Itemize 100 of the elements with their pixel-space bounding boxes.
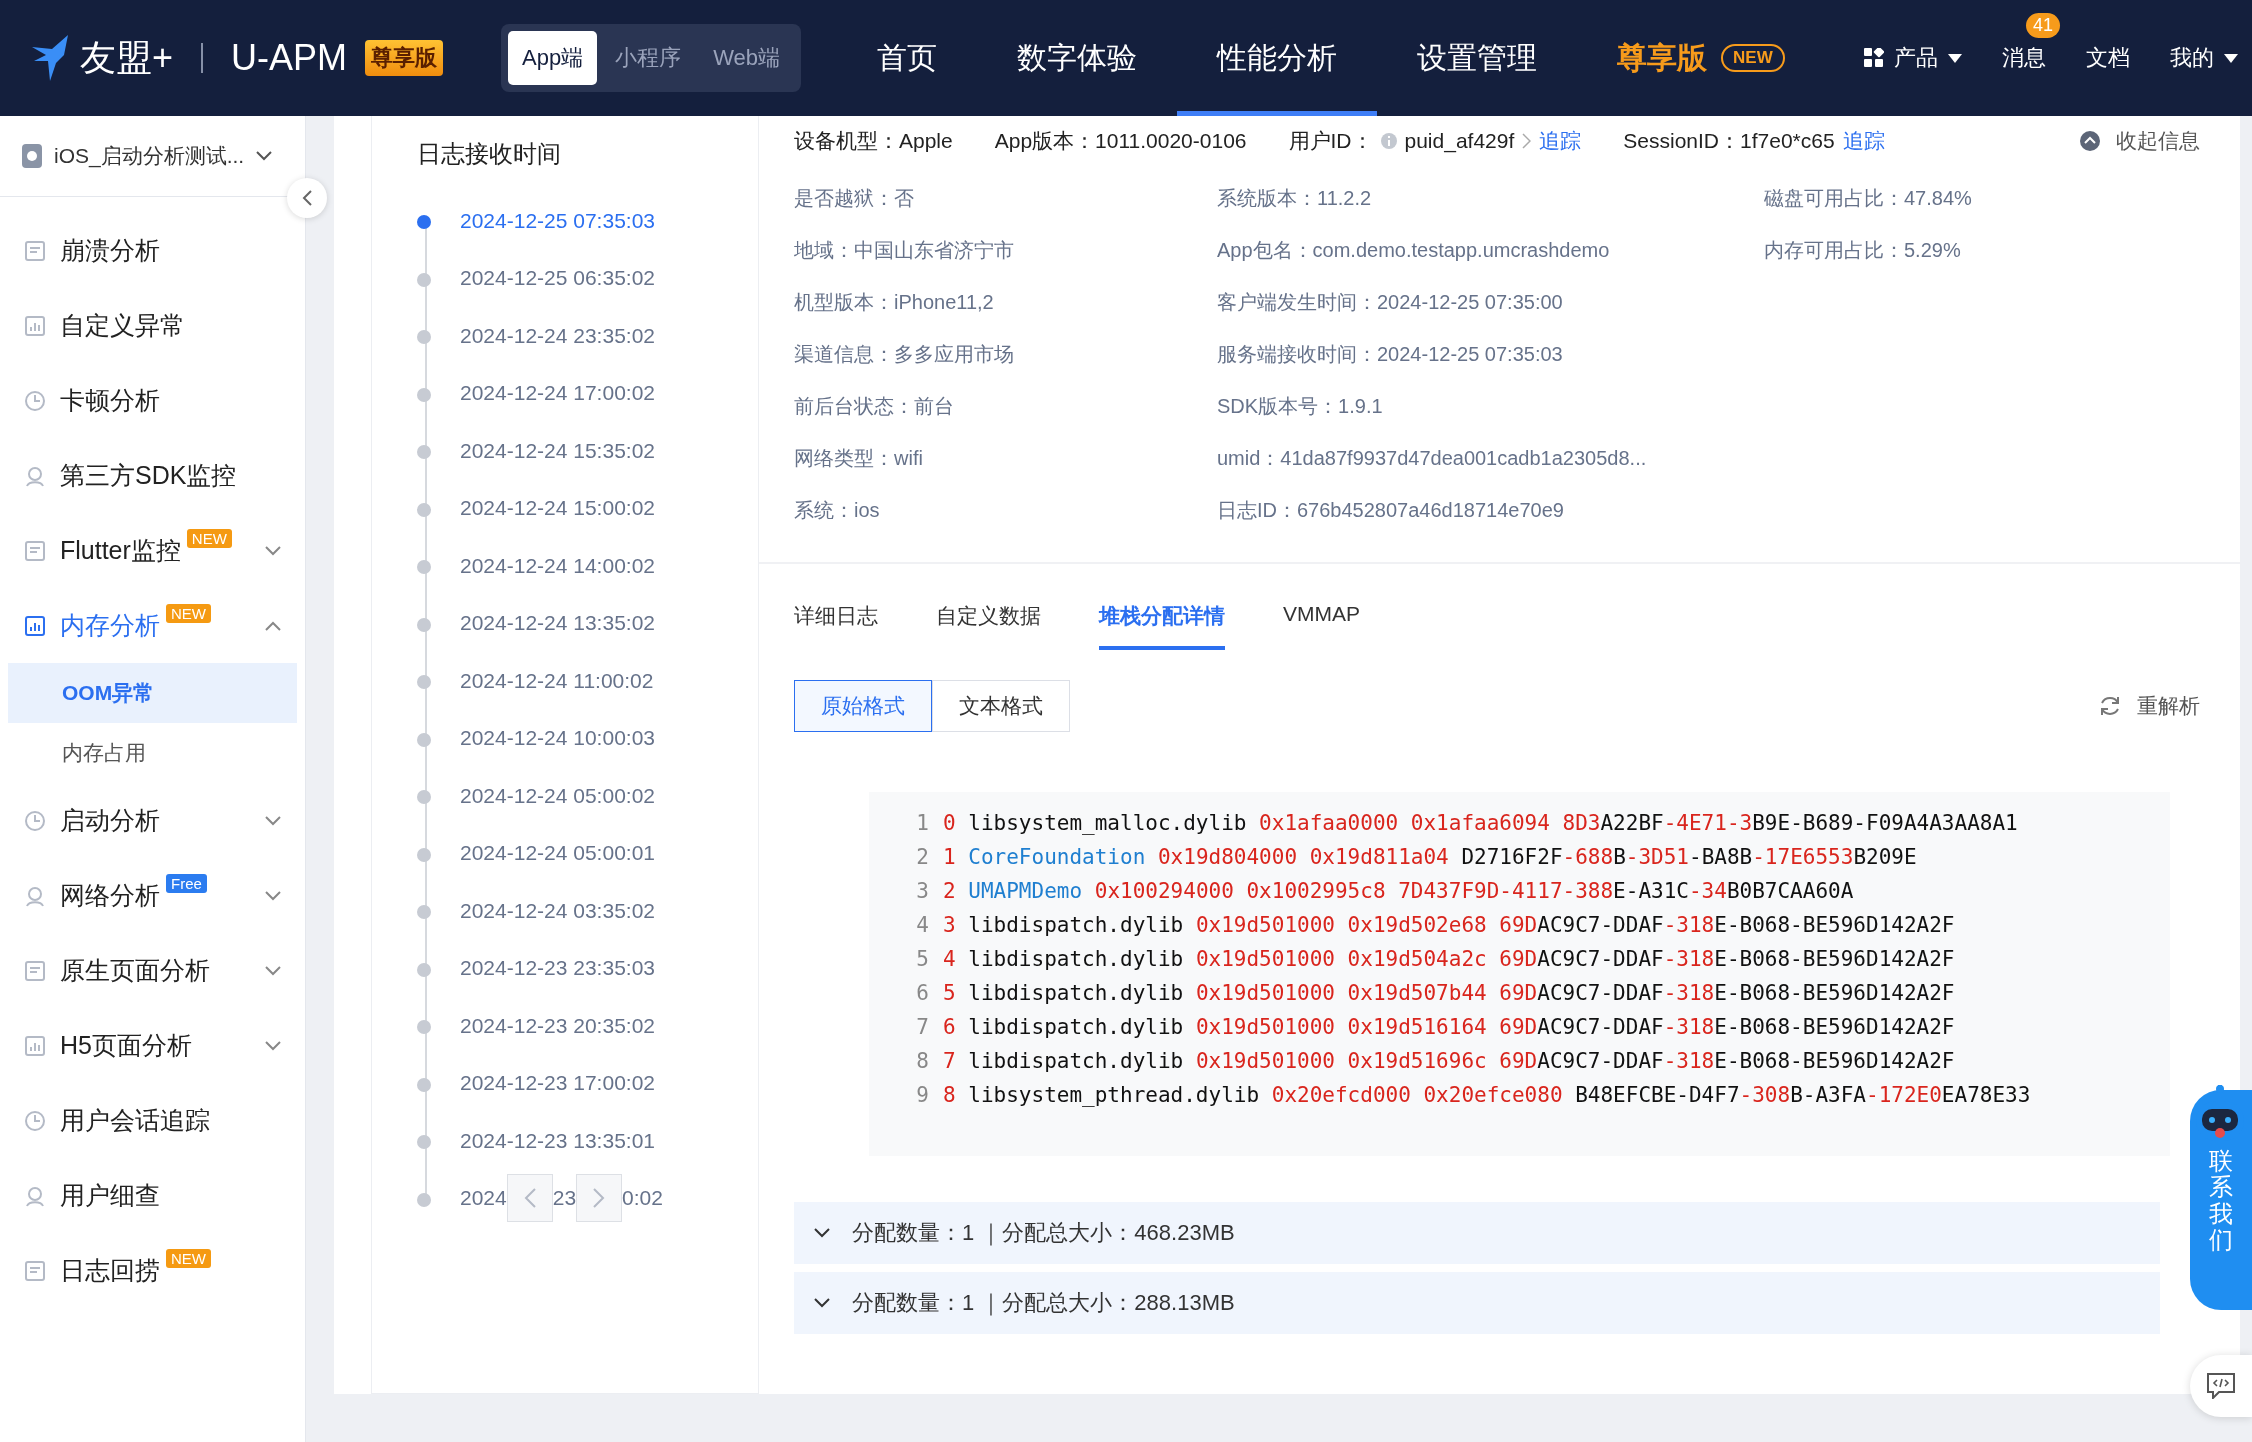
allocation-row[interactable]: 分配数量：1 ｜分配总大小：288.13MB xyxy=(794,1272,2160,1334)
code-line: 0 libsystem_malloc.dylib 0x1afaa0000 0x1afaa6094 8D3A22BF-4E71-3B9E-B689-F09A4A3AA8A1 xyxy=(943,811,2018,835)
timeline-time[interactable]: 2024-12-24 05:00:01 xyxy=(460,841,655,866)
line-number: 8 xyxy=(915,1049,930,1073)
code-line: 4 libdispatch.dylib 0x19d501000 0x19d504a2c 69DAC9C7-DDAF-318E-B068-BE596D142A2F xyxy=(943,947,1955,971)
timeline-time[interactable]: 0:02 xyxy=(622,1186,663,1211)
line-number: 2 xyxy=(915,845,930,869)
timeline-time[interactable]: 2024-12-23 13:35:01 xyxy=(460,1128,655,1153)
clock-icon xyxy=(24,809,46,832)
chevron-left-icon xyxy=(523,1188,536,1209)
timeline-time[interactable]: 2024-12-24 17:00:02 xyxy=(460,381,655,406)
person-icon xyxy=(24,1184,46,1207)
sidebar-item[interactable]: 内存分析 NEW xyxy=(0,588,305,663)
timeline-time[interactable]: 2024-12-24 13:35:02 xyxy=(460,611,655,636)
timeline-dot xyxy=(417,1192,431,1207)
sidebar-item[interactable]: 第三方SDK监控 xyxy=(0,438,305,513)
sidebar-item[interactable]: 崩溃分析 xyxy=(0,213,305,288)
new-badge: Free xyxy=(166,874,207,893)
user-id: puid_af429f xyxy=(1404,129,1515,153)
brand-name: 友盟+ xyxy=(80,35,174,80)
info-field: 是否越狱：否 xyxy=(794,172,1217,224)
line-number: 5 xyxy=(915,947,930,971)
timeline-time[interactable]: 2024-12-24 15:35:02 xyxy=(460,438,655,463)
nav-link[interactable]: 尊享版 xyxy=(1617,37,1708,79)
tab[interactable]: 详细日志 xyxy=(794,592,878,650)
tab[interactable]: VMMAP xyxy=(1283,592,1360,650)
timeline-time[interactable]: 2024-12-24 10:00:03 xyxy=(460,726,655,751)
document-icon xyxy=(24,539,46,562)
sidebar-item[interactable]: 用户会话追踪 xyxy=(0,1083,305,1158)
platform-tab[interactable]: App端 xyxy=(508,31,598,85)
timeline-title: 日志接收时间 xyxy=(416,139,562,169)
timeline-time[interactable]: 23 xyxy=(552,1186,577,1211)
tab[interactable]: 堆栈分配详情 xyxy=(1099,592,1225,650)
sidebar-item[interactable]: 日志回捞 NEW xyxy=(0,1233,305,1308)
timeline-time[interactable]: 2024-12-25 06:35:02 xyxy=(460,266,655,291)
sidebar-item[interactable]: H5页面分析 xyxy=(0,1008,305,1083)
sidebar-subitem[interactable]: OOM异常 xyxy=(8,663,297,723)
product-name: U-APM xyxy=(231,37,348,79)
chart-icon xyxy=(24,614,46,637)
sidebar-item[interactable]: Flutter监控 NEW xyxy=(0,513,305,588)
trace-link[interactable]: 追踪 xyxy=(1539,127,1582,155)
new-badge: NEW xyxy=(1721,44,1785,72)
platform-tab[interactable]: 小程序 xyxy=(601,31,696,85)
info-icon xyxy=(1380,133,1397,149)
sidebar-item[interactable]: 自定义异常 xyxy=(0,288,305,363)
timeline-time[interactable]: 2024-12-24 14:00:02 xyxy=(460,553,655,578)
info-field: 网络类型：wifi xyxy=(794,432,1217,484)
caret-icon xyxy=(1948,53,1962,63)
new-badge: NEW xyxy=(166,604,211,623)
timeline-time[interactable]: 2024-12-23 23:35:03 xyxy=(460,956,655,981)
toolbar-button[interactable]: 我的 xyxy=(2170,43,2238,73)
format-button[interactable]: 文本格式 xyxy=(932,680,1070,732)
timeline-time[interactable]: 2024-12-23 20:35:02 xyxy=(460,1013,655,1038)
sidebar-item[interactable]: 网络分析 Free xyxy=(0,858,305,933)
count-badge: 41 xyxy=(2025,13,2060,38)
timeline-time[interactable]: 2024-12-25 07:35:03 xyxy=(460,208,655,233)
timeline-time[interactable]: 2024-12-24 11:00:02 xyxy=(460,668,654,693)
new-badge: NEW xyxy=(186,529,232,548)
document-icon xyxy=(24,1259,46,1282)
sidebar-item[interactable]: 原生页面分析 xyxy=(0,933,305,1008)
nav-link[interactable]: 数字体验 xyxy=(977,0,1178,116)
nav-link[interactable]: 首页 xyxy=(837,0,978,116)
info-field: 服务端接收时间：2024-12-25 07:35:03 xyxy=(1217,328,1764,380)
timeline-time[interactable]: 2024-12-24 03:35:02 xyxy=(460,898,655,923)
code-chat-icon xyxy=(2207,1373,2235,1399)
chart-icon xyxy=(24,1034,46,1057)
timeline-time[interactable]: 2024-12-24 15:00:02 xyxy=(460,496,655,521)
app-icon xyxy=(22,144,42,168)
chevron-down-icon xyxy=(265,965,281,976)
info-field: 前后台状态：前台 xyxy=(794,380,1217,432)
timeline-time[interactable]: 2024 xyxy=(460,1186,507,1211)
code-line: 5 libdispatch.dylib 0x19d501000 0x19d507b44 69DAC9C7-DDAF-318E-B068-BE596D142A2F xyxy=(943,981,1955,1005)
info-field: App包名：com.demo.testapp.umcrashdemo xyxy=(1217,224,1764,276)
sidebar-item[interactable]: 卡顿分析 xyxy=(0,363,305,438)
toolbar-button[interactable]: 产品 xyxy=(1864,43,1962,73)
toolbar-button[interactable]: 文档 xyxy=(2086,43,2130,73)
format-button[interactable]: 原始格式 xyxy=(794,680,932,732)
info-field: 用户ID： xyxy=(1288,127,1373,155)
clock-icon xyxy=(24,389,46,412)
collapse-info-button[interactable]: 收起信息 xyxy=(2080,127,2200,155)
person-icon xyxy=(24,464,46,487)
sidebar-item[interactable]: 启动分析 xyxy=(0,783,305,858)
sidebar-item[interactable]: 用户细查 xyxy=(0,1158,305,1233)
allocation-row[interactable]: 分配数量：1 ｜分配总大小：468.23MB xyxy=(794,1202,2160,1264)
chart-icon xyxy=(24,314,46,337)
platform-tab[interactable]: Web端 xyxy=(699,31,795,85)
chevron-down-icon xyxy=(265,545,281,556)
feedback-button[interactable] xyxy=(2190,1355,2252,1417)
tab[interactable]: 自定义数据 xyxy=(936,592,1041,650)
trace-link[interactable]: 追踪 xyxy=(1842,127,1885,155)
collapse-button[interactable] xyxy=(287,178,327,218)
timeline-time[interactable]: 2024-12-24 05:00:02 xyxy=(460,783,655,808)
nav-link[interactable]: 设置管理 xyxy=(1377,0,1578,116)
reparse-button[interactable]: 重解析 xyxy=(2099,692,2200,720)
timeline-time[interactable]: 2024-12-24 23:35:02 xyxy=(460,323,655,348)
line-number: 4 xyxy=(915,913,930,937)
grid-icon xyxy=(1864,48,1884,68)
sidebar-subitem[interactable]: 内存占用 xyxy=(8,723,297,783)
info-field: 磁盘可用占比：47.84% xyxy=(1764,172,1972,224)
timeline-time[interactable]: 2024-12-23 17:00:02 xyxy=(460,1071,655,1096)
